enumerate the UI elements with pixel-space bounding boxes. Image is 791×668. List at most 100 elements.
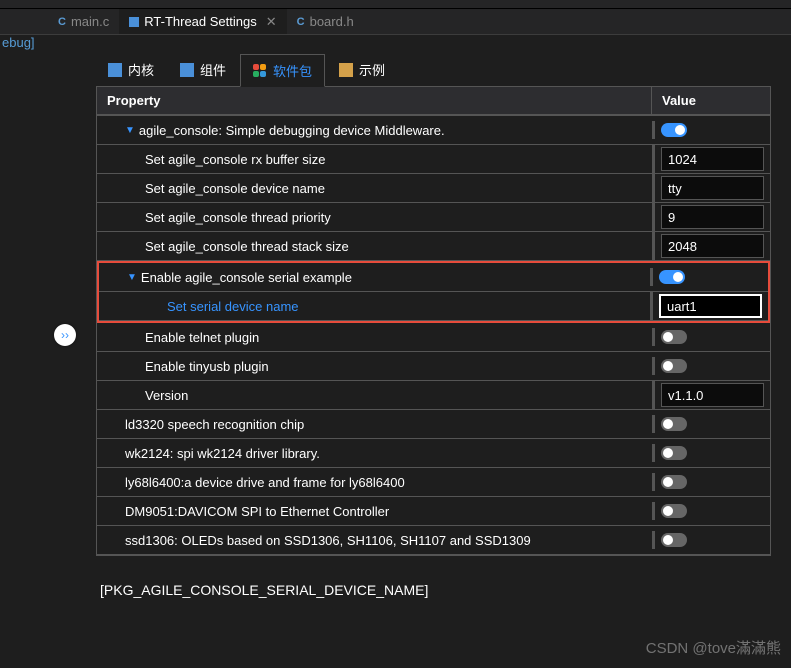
close-icon[interactable]: ✕ bbox=[266, 14, 277, 30]
chevron-down-icon[interactable]: ▼ bbox=[127, 272, 137, 283]
row-rx_buf: Set agile_console rx buffer size bbox=[97, 145, 770, 174]
toggle-switch[interactable] bbox=[661, 359, 687, 373]
row-dev_name: Set agile_console device name bbox=[97, 174, 770, 203]
input-stack_size[interactable] bbox=[661, 234, 764, 258]
rows-container: ▼ agile_console: Simple debugging device … bbox=[97, 116, 770, 555]
packages-icon bbox=[253, 64, 267, 78]
label-text: Enable tinyusb plugin bbox=[145, 359, 269, 374]
toggle-switch[interactable] bbox=[661, 504, 687, 518]
row-ld3320: ld3320 speech recognition chip bbox=[97, 410, 770, 439]
chevron-down-icon[interactable]: ▼ bbox=[125, 125, 135, 136]
toggle-switch[interactable] bbox=[659, 270, 685, 284]
property-label: Enable tinyusb plugin bbox=[97, 355, 652, 378]
table-header: Property Value bbox=[97, 87, 770, 116]
row-serial_ex: ▼Enable agile_console serial example bbox=[99, 263, 768, 292]
row-ssd1306: ssd1306: OLEDs based on SSD1306, SH1106,… bbox=[97, 526, 770, 555]
value-cell bbox=[650, 268, 768, 286]
tab-label: RT-Thread Settings bbox=[144, 14, 256, 29]
value-cell bbox=[652, 531, 770, 549]
property-label[interactable]: ▼Enable agile_console serial example bbox=[99, 266, 650, 289]
expand-button[interactable]: ›› bbox=[54, 324, 76, 346]
label-text: Set agile_console rx buffer size bbox=[145, 152, 325, 167]
value-cell bbox=[652, 444, 770, 462]
top-blank bbox=[0, 0, 791, 9]
row-serial_dev: Set serial device name bbox=[99, 292, 768, 321]
input-rx_buf[interactable] bbox=[661, 147, 764, 171]
row-telnet: Enable telnet plugin bbox=[97, 323, 770, 352]
value-cell bbox=[650, 292, 768, 320]
tab-label: main.c bbox=[71, 14, 109, 29]
value-cell bbox=[652, 473, 770, 491]
value-cell bbox=[652, 415, 770, 433]
nav-tabs: 内核 组件 软件包 示例 bbox=[96, 53, 771, 86]
label-text: Version bbox=[145, 388, 188, 403]
header-value: Value bbox=[652, 87, 770, 114]
toggle-switch[interactable] bbox=[661, 475, 687, 489]
label-text: ssd1306: OLEDs based on SSD1306, SH1106,… bbox=[125, 533, 531, 548]
value-cell bbox=[652, 357, 770, 375]
input-version[interactable] bbox=[661, 383, 764, 407]
toggle-switch[interactable] bbox=[661, 446, 687, 460]
row-ly68l: ly68l6400:a device drive and frame for l… bbox=[97, 468, 770, 497]
label-text: Enable telnet plugin bbox=[145, 330, 259, 345]
row-version: Version bbox=[97, 381, 770, 410]
cube-icon bbox=[180, 63, 194, 77]
nav-label: 示例 bbox=[359, 60, 385, 79]
row-dm9051: DM9051:DAVICOM SPI to Ethernet Controlle… bbox=[97, 497, 770, 526]
property-label: Set agile_console rx buffer size bbox=[97, 148, 652, 171]
tab-board-h[interactable]: C board.h bbox=[287, 9, 364, 34]
value-cell bbox=[652, 145, 770, 173]
toggle-switch[interactable] bbox=[661, 533, 687, 547]
property-label: Enable telnet plugin bbox=[97, 326, 652, 349]
content-area: 内核 组件 软件包 示例 Property Value ▼ agile_conso… bbox=[0, 35, 791, 598]
value-cell bbox=[652, 121, 770, 139]
tab-label: board.h bbox=[310, 14, 354, 29]
label-text: Set agile_console thread priority bbox=[145, 210, 331, 225]
watermark: CSDN @tove滿滿熊 bbox=[646, 637, 781, 658]
value-cell bbox=[652, 502, 770, 520]
left-label: ebug] bbox=[0, 35, 35, 50]
toggle-switch[interactable] bbox=[661, 330, 687, 344]
tab-rt-thread-settings[interactable]: RT-Thread Settings ✕ bbox=[119, 9, 286, 34]
nav-tab-kernel[interactable]: 内核 bbox=[96, 53, 166, 86]
nav-label: 组件 bbox=[200, 60, 226, 79]
property-label: ld3320 speech recognition chip bbox=[97, 413, 652, 436]
toggle-switch[interactable] bbox=[661, 123, 687, 137]
label-text: agile_console: Simple debugging device M… bbox=[139, 123, 445, 138]
row-agile_console: ▼ agile_console: Simple debugging device … bbox=[97, 116, 770, 145]
row-tinyusb: Enable tinyusb plugin bbox=[97, 352, 770, 381]
rt-thread-icon bbox=[129, 17, 139, 27]
settings-panel: Property Value ▼ agile_console: Simple de… bbox=[96, 86, 771, 556]
value-cell bbox=[652, 328, 770, 346]
property-label: Set agile_console thread stack size bbox=[97, 235, 652, 258]
property-label: Set serial device name bbox=[99, 295, 650, 318]
property-label[interactable]: ▼ agile_console: Simple debugging device … bbox=[97, 119, 652, 142]
label-text: DM9051:DAVICOM SPI to Ethernet Controlle… bbox=[125, 504, 389, 519]
value-cell bbox=[652, 232, 770, 260]
value-cell bbox=[652, 203, 770, 231]
nav-label: 软件包 bbox=[273, 61, 312, 80]
nav-tab-examples[interactable]: 示例 bbox=[327, 53, 397, 86]
c-file-icon: C bbox=[297, 16, 305, 28]
nav-tab-components[interactable]: 组件 bbox=[168, 53, 238, 86]
input-dev_name[interactable] bbox=[661, 176, 764, 200]
input-thread_prio[interactable] bbox=[661, 205, 764, 229]
nav-tab-packages[interactable]: 软件包 bbox=[240, 54, 325, 87]
label-text: wk2124: spi wk2124 driver library. bbox=[125, 446, 320, 461]
example-icon bbox=[339, 63, 353, 77]
property-label: Version bbox=[97, 384, 652, 407]
property-label: ly68l6400:a device drive and frame for l… bbox=[97, 471, 652, 494]
label-text: Set agile_console thread stack size bbox=[145, 239, 349, 254]
label-text: Set agile_console device name bbox=[145, 181, 325, 196]
c-file-icon: C bbox=[58, 16, 66, 28]
label-text: ly68l6400:a device drive and frame for l… bbox=[125, 475, 405, 490]
nav-label: 内核 bbox=[128, 60, 154, 79]
property-label: Set agile_console device name bbox=[97, 177, 652, 200]
grid-icon bbox=[108, 63, 122, 77]
toggle-switch[interactable] bbox=[661, 417, 687, 431]
property-label: DM9051:DAVICOM SPI to Ethernet Controlle… bbox=[97, 500, 652, 523]
tab-main-c[interactable]: C main.c bbox=[48, 9, 119, 34]
row-stack_size: Set agile_console thread stack size bbox=[97, 232, 770, 261]
property-label: wk2124: spi wk2124 driver library. bbox=[97, 442, 652, 465]
input-serial_dev[interactable] bbox=[659, 294, 762, 318]
